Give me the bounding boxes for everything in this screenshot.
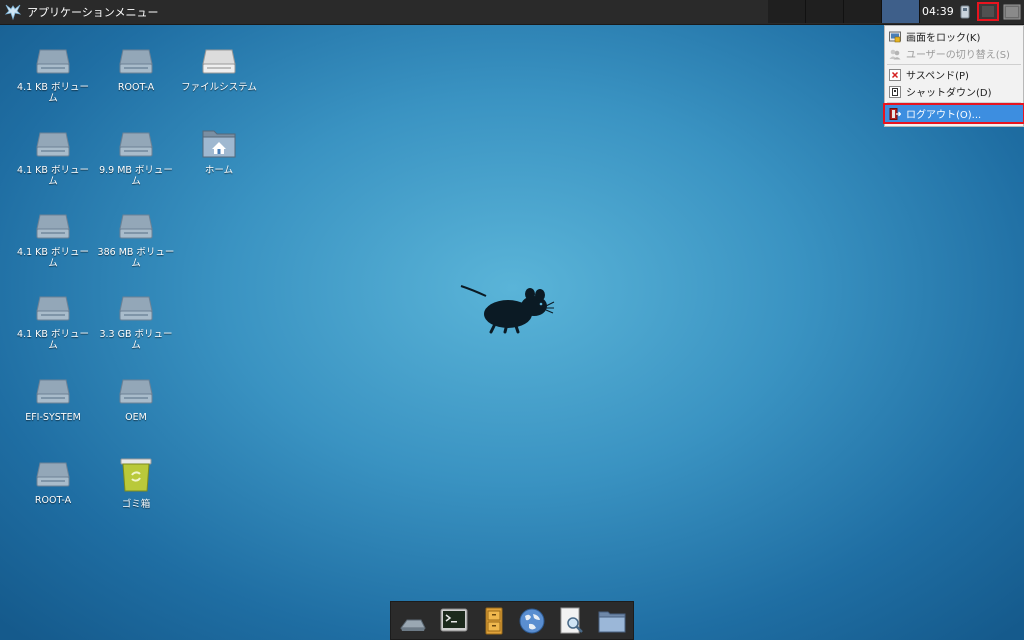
folder-icon[interactable] (597, 606, 627, 636)
drive-icon (36, 379, 70, 404)
desktop-icon-volume[interactable]: 4.1 KB ボリューム (14, 46, 92, 104)
shutdown-label: シャットダウン(D) (906, 88, 992, 99)
desktop-icon-root-a[interactable]: ROOT-A (97, 46, 175, 93)
web-browser-icon[interactable] (517, 606, 547, 636)
desktop-icon-label: ROOT-A (34, 495, 72, 506)
drive-icon (119, 379, 153, 404)
drive-icon (119, 49, 153, 74)
logout-icon (889, 107, 901, 120)
desktop-icon-volume[interactable]: 4.1 KB ボリューム (14, 129, 92, 187)
workspace-4[interactable] (882, 0, 920, 23)
drive-icon (119, 132, 153, 157)
desktop-icon-volume[interactable]: 386 MB ボリューム (97, 211, 175, 269)
drive-icon (36, 132, 70, 157)
lock-screen-label: 画面をロック(K) (906, 33, 981, 44)
menu-separator (887, 102, 1021, 103)
desktop-icon-oem[interactable]: OEM (97, 376, 175, 423)
logout-label: ログアウト(O)... (906, 110, 982, 121)
desktop-icon-volume[interactable]: 3.3 GB ボリューム (97, 293, 175, 351)
desktop-icon-label: ROOT-A (117, 82, 155, 93)
switch-user-item[interactable]: ユーザーの切り替え(S) (885, 45, 1023, 62)
desktop-icon-label: EFI-SYSTEM (25, 412, 81, 423)
desktop-icon-label: ホーム (204, 165, 234, 176)
desktop-icon-label: 4.1 KB ボリューム (17, 165, 89, 187)
file-cabinet-icon[interactable] (479, 606, 509, 636)
show-desktop-panel-icon[interactable] (1003, 3, 1021, 21)
terminal-icon[interactable] (439, 606, 469, 636)
user-action-menu: 画面をロック(K) ユーザーの切り替え(S) サスペンド(P) シャットダウン(… (883, 25, 1024, 127)
desktop-icon-filesystem[interactable]: ファイルシステム (180, 46, 258, 93)
desktop-icon-label: 4.1 KB ボリューム (17, 329, 89, 351)
home-folder-icon (202, 130, 236, 158)
trash-icon (120, 458, 152, 492)
workspace-1[interactable] (768, 0, 806, 23)
xfce-mouse-wallpaper-logo (460, 285, 555, 334)
drive-icon (119, 214, 153, 239)
workspace-3[interactable] (844, 0, 882, 23)
applications-menu-button[interactable]: アプリケーションメニュー (4, 3, 158, 21)
desktop-icon-volume[interactable]: 4.1 KB ボリューム (14, 293, 92, 351)
desktop-icon-volume[interactable]: 4.1 KB ボリューム (14, 211, 92, 269)
switch-user-icon (889, 49, 901, 59)
drive-icon (36, 296, 70, 321)
desktop-icon-label: OEM (125, 412, 147, 423)
drive-icon (36, 214, 70, 239)
switch-user-label: ユーザーの切り替え(S) (906, 50, 1010, 61)
logout-item[interactable]: ログアウト(O)... (883, 103, 1024, 124)
desktop-icon-label: ゴミ箱 (121, 499, 151, 510)
menu-separator (887, 64, 1021, 65)
filesystem-icon (202, 49, 236, 74)
xfce-logo-icon (4, 4, 22, 21)
drive-icon (36, 49, 70, 74)
clock[interactable]: 04:39 (922, 5, 954, 18)
bottom-dock (390, 601, 634, 640)
desktop-icon-label: ファイルシステム (181, 82, 257, 93)
action-buttons-toggle[interactable] (977, 2, 999, 21)
desktop-icon-label: 4.1 KB ボリューム (17, 247, 89, 269)
desktop-icon-home[interactable]: ホーム (180, 127, 258, 176)
workspace-switcher (768, 0, 920, 24)
desktop-icon-label: 386 MB ボリューム (97, 247, 175, 269)
user-action-icon (982, 6, 994, 17)
desktop-icon-volume[interactable]: 9.9 MB ボリューム (97, 129, 175, 187)
shutdown-item[interactable]: シャットダウン(D) (885, 83, 1023, 100)
app-finder-icon[interactable] (556, 606, 586, 636)
desktop-icon-trash[interactable]: ゴミ箱 (97, 457, 175, 510)
lock-screen-icon (889, 31, 901, 42)
shutdown-icon (889, 85, 901, 98)
top-panel: アプリケーションメニュー 04:39 (0, 0, 1024, 25)
suspend-item[interactable]: サスペンド(P) (885, 66, 1023, 83)
drive-icon (36, 462, 70, 487)
suspend-icon (889, 68, 901, 81)
suspend-label: サスペンド(P) (906, 71, 969, 82)
drive-icon (119, 296, 153, 321)
removable-drive-tray-icon[interactable] (958, 4, 972, 20)
desktop-icon-label: 3.3 GB ボリューム (99, 329, 173, 351)
applications-menu-label: アプリケーションメニュー (27, 6, 159, 19)
desktop-icon-efi-system[interactable]: EFI-SYSTEM (14, 376, 92, 423)
desktop-icon-label: 4.1 KB ボリューム (17, 82, 89, 104)
desktop-icon-label: 9.9 MB ボリューム (99, 165, 173, 187)
workspace-2[interactable] (806, 0, 844, 23)
lock-screen-item[interactable]: 画面をロック(K) (885, 28, 1023, 45)
desktop-icon-root-a[interactable]: ROOT-A (14, 459, 92, 506)
show-desktop-icon[interactable] (397, 606, 427, 636)
